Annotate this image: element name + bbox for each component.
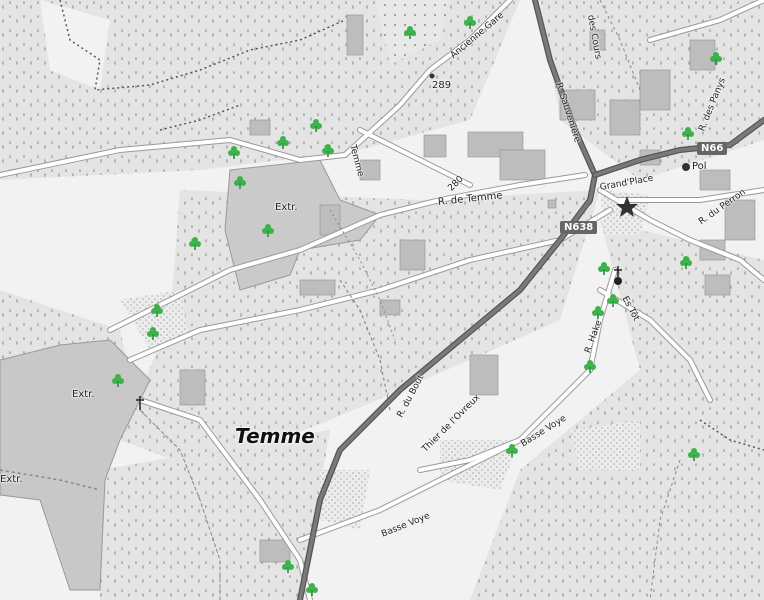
map-canvas[interactable]: N66 N638 Temme Extr. Extr. Extr. Temme R… (0, 0, 764, 600)
road-shield-n66: N66 (697, 142, 728, 155)
road-shield-n638: N638 (560, 221, 598, 234)
quarry-label-edge: Extr. (0, 474, 23, 485)
place-name-temme: Temme (235, 424, 315, 448)
poi-label-pol: Pol (692, 161, 707, 172)
elevation-label-289: 289 (432, 80, 452, 91)
map-layers (0, 0, 764, 600)
quarry-label-west: Extr. (72, 389, 95, 400)
quarry-label-mid: Extr. (275, 202, 298, 213)
